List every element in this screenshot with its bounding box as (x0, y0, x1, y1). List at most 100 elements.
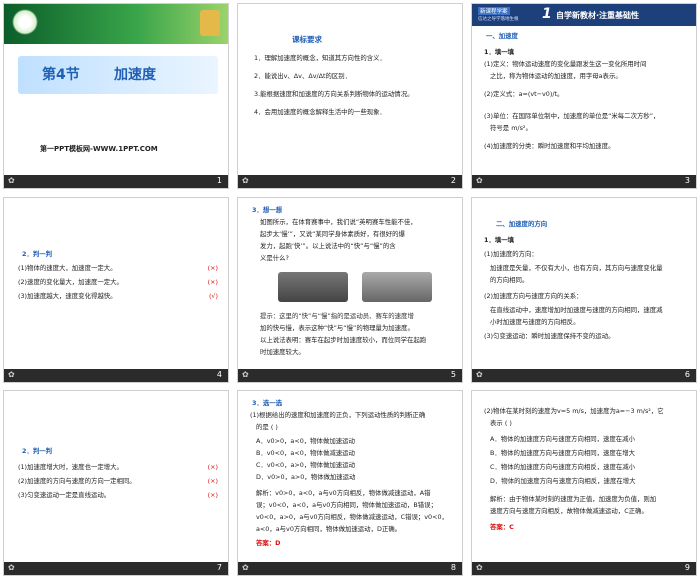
star-icon: ✿ (8, 563, 15, 572)
analysis-line: 解析：v0>0，a<0，a与v0方向相反，物体做减速运动，A错 (256, 489, 431, 497)
tag-sub: 信达之导学落地生根 (478, 17, 519, 22)
section-label: 3．想一想 (252, 206, 283, 214)
page-number: 3 (684, 176, 690, 185)
judgment-row: (2)速度的变化量大，加速度一定大。 (×) (18, 276, 218, 288)
option: D．v0>0，a>0，物体做加速运动 (256, 473, 356, 481)
option: B．v0<0，a<0，物体做减速运动 (256, 449, 355, 457)
page-number: 5 (450, 370, 456, 379)
section-label: 2．判一判 (22, 447, 53, 455)
question-line: 如图所示，在体育赛事中，我们说“英明赛车性能不佳， (260, 218, 417, 226)
answer-line: 时加速度较大。 (260, 348, 305, 356)
judgment-text: (1)物体的速度大，加速度一定大。 (18, 264, 117, 272)
option: A．v0>0，a<0，物体做加速运动 (256, 437, 355, 445)
answer-line: 加的快与慢，表示这种“快”与“慢”的物理量为加速度。 (260, 324, 414, 332)
runners-image (362, 272, 432, 302)
star-icon: ✿ (476, 563, 483, 572)
page-number: 4 (216, 370, 222, 379)
judgment-text: (2)加速度的方向与速度的方向一定相同。 (18, 477, 136, 485)
fill-label: 1．填一填 (484, 48, 515, 56)
judgment-text: (2)速度的变化量大，加速度一定大。 (18, 278, 123, 286)
slide-footer-bar: ✿ 5 (238, 369, 462, 382)
slide-7[interactable]: 2．判一判 (1)加速度增大时，速度也一定增大。 (×) (2)加速度的方向与速度… (3, 390, 229, 576)
slide-footer-bar: ✿ 1 (4, 175, 228, 188)
content-line: (2)加速度方向与速度方向的关系： (484, 292, 583, 300)
section-label: 3．选一选 (252, 399, 283, 407)
answer: 答案：D (256, 539, 281, 547)
option: B．物体的加速度方向与速度方向相同，速度在增大 (490, 449, 635, 457)
slide-4[interactable]: 2．判一判 (1)物体的速度大，加速度一定大。 (×) (2)速度的变化量大，加速… (3, 197, 229, 383)
analysis-line: 误；v0<0，a<0，a与v0方向相同，物体做加速运动，B错误； (256, 501, 437, 509)
judgment-row: (1)物体的速度大，加速度一定大。 (×) (18, 262, 218, 274)
option: C．物体的加速度方向与速度方向相反，速度在减小 (490, 463, 636, 471)
section-title: 自学新教材·注重基础性 (556, 11, 640, 20)
star-icon: ✿ (8, 176, 15, 185)
content-line: (2)定义式：a=(vt−v0)/t。 (484, 90, 564, 98)
question-line: 起步太‘慢’”，又说“某同学身体素质好，有很好的爆 (260, 230, 405, 238)
judgment-row: (1)加速度增大时，速度也一定增大。 (×) (18, 461, 218, 473)
slide-footer-bar: ✿ 8 (238, 562, 462, 575)
subheading: 二、加速度的方向 (496, 220, 548, 228)
question-line: 义是什么? (260, 254, 289, 262)
content-line: (3)单位：在国际单位制中，加速度的单位是“米每二次方秒”， (484, 112, 660, 120)
slide-footer-bar: ✿ 7 (4, 562, 228, 575)
page-number: 7 (216, 563, 222, 572)
question-line: 表示 ( ) (490, 419, 512, 427)
page-number: 2 (450, 176, 456, 185)
content-line: 加速度是矢量，不仅有大小，也有方向，其方向与速度变化量 (490, 264, 663, 272)
slide-title: 加速度 (114, 67, 156, 83)
slide-footer-bar: ✿ 6 (472, 369, 696, 382)
star-icon: ✿ (8, 370, 15, 379)
star-icon: ✿ (242, 176, 249, 185)
slide-footer-bar: ✿ 3 (472, 175, 696, 188)
judgment-text: (1)加速度增大时，速度也一定增大。 (18, 463, 123, 471)
flower-image (200, 10, 220, 36)
race-car-image (278, 272, 348, 302)
judgment-row: (3)加速度越大，速度变化得越快。 (√) (18, 290, 218, 302)
question-line: (1)根据给出的速度和加速度的正负，下列运动性质的判断正确 (250, 411, 426, 419)
judgment-text: (3)匀变速运动一定是直线运动。 (18, 491, 111, 499)
star-icon: ✿ (242, 563, 249, 572)
subheading: 一、加速度 (486, 32, 518, 40)
slide-footer-bar: ✿ 4 (4, 369, 228, 382)
option: A．物体的加速度方向与速度方向相同，速度在减小 (490, 435, 635, 443)
slide-2[interactable]: 课标要求 1．理解加速度的概念，知道其方向性的含义． 2．能说出v、Δv、Δv/… (237, 3, 463, 189)
content-line: 符号是 m/s²。 (490, 124, 532, 132)
page-number: 6 (684, 370, 690, 379)
star-icon: ✿ (476, 176, 483, 185)
slide-1[interactable]: 第4节 加速度 第一PPT模板网-WWW.1PPT.COM ✿ 1 (3, 3, 229, 189)
content-line: (4)加速度的分类：瞬时加速度和平均加速度。 (484, 142, 615, 150)
slide-8[interactable]: 3．选一选 (1)根据给出的速度和加速度的正负，下列运动性质的判断正确 的是 (… (237, 390, 463, 576)
objective-2: 2．能说出v、Δv、Δv/Δt的区别． (254, 72, 352, 80)
content-line: (1)定义：物体运动速度的变化量跟发生这一变化所用时间 (484, 60, 647, 68)
objective-4: 4．会用加速度的概念解释生活中的一些现象． (254, 108, 386, 116)
slide-3[interactable]: 新课程学案 信达之导学落地生根 1 自学新教材·注重基础性 一、加速度 1．填一… (471, 3, 697, 189)
answer: 答案：C (490, 523, 514, 531)
judgment-text: (3)加速度越大，速度变化得越快。 (18, 292, 117, 300)
section-number: 第4节 (42, 67, 80, 83)
slide-5[interactable]: 3．想一想 如图所示，在体育赛事中，我们说“英明赛车性能不佳， 起步太‘慢’”，… (237, 197, 463, 383)
page-number: 9 (684, 563, 690, 572)
answer-line: 以上说法表明：赛车在起步时加速度较小，而位同学在起跑 (260, 336, 427, 344)
slide-6[interactable]: 二、加速度的方向 1．填一填 (1)加速度的方向： 加速度是矢量，不仅有大小，也… (471, 197, 697, 383)
page-number: 8 (450, 563, 456, 572)
judgment-mark: (×) (207, 477, 218, 485)
slide-footer-bar: ✿ 9 (472, 562, 696, 575)
judgment-mark: (×) (207, 491, 218, 499)
dandelion-icon (12, 9, 38, 35)
judgment-row: (3)匀变速运动一定是直线运动。 (×) (18, 489, 218, 501)
content-line: (3)匀变速运动：瞬时加速度保持不变的运动。 (484, 332, 615, 340)
star-icon: ✿ (476, 370, 483, 379)
question-line: 发力，起跑‘快’”。以上说法中的“快”与“慢”的含 (260, 242, 396, 250)
question-line: (2)物体在某时刻的速度为v=5 m/s，加速度为a=−3 m/s²，它 (484, 407, 664, 415)
star-icon: ✿ (242, 370, 249, 379)
analysis-line: 速度方向与速度方向相反，故物体做减速运动，C正确。 (490, 507, 648, 515)
judgment-mark: (×) (207, 463, 218, 471)
slide-footer-bar: ✿ 2 (238, 175, 462, 188)
judgment-mark: (×) (207, 264, 218, 272)
slide-9[interactable]: (2)物体在某时刻的速度为v=5 m/s，加速度为a=−3 m/s²，它 表示 … (471, 390, 697, 576)
objective-1: 1．理解加速度的概念，知道其方向性的含义． (254, 54, 386, 62)
judgment-row: (2)加速度的方向与速度的方向一定相同。 (×) (18, 475, 218, 487)
section-label: 2．判一判 (22, 250, 53, 258)
analysis-line: 解析：由于物体某时刻的速度为正值，加速度为负值，则加 (490, 495, 657, 503)
fill-label: 1．填一填 (484, 236, 515, 244)
